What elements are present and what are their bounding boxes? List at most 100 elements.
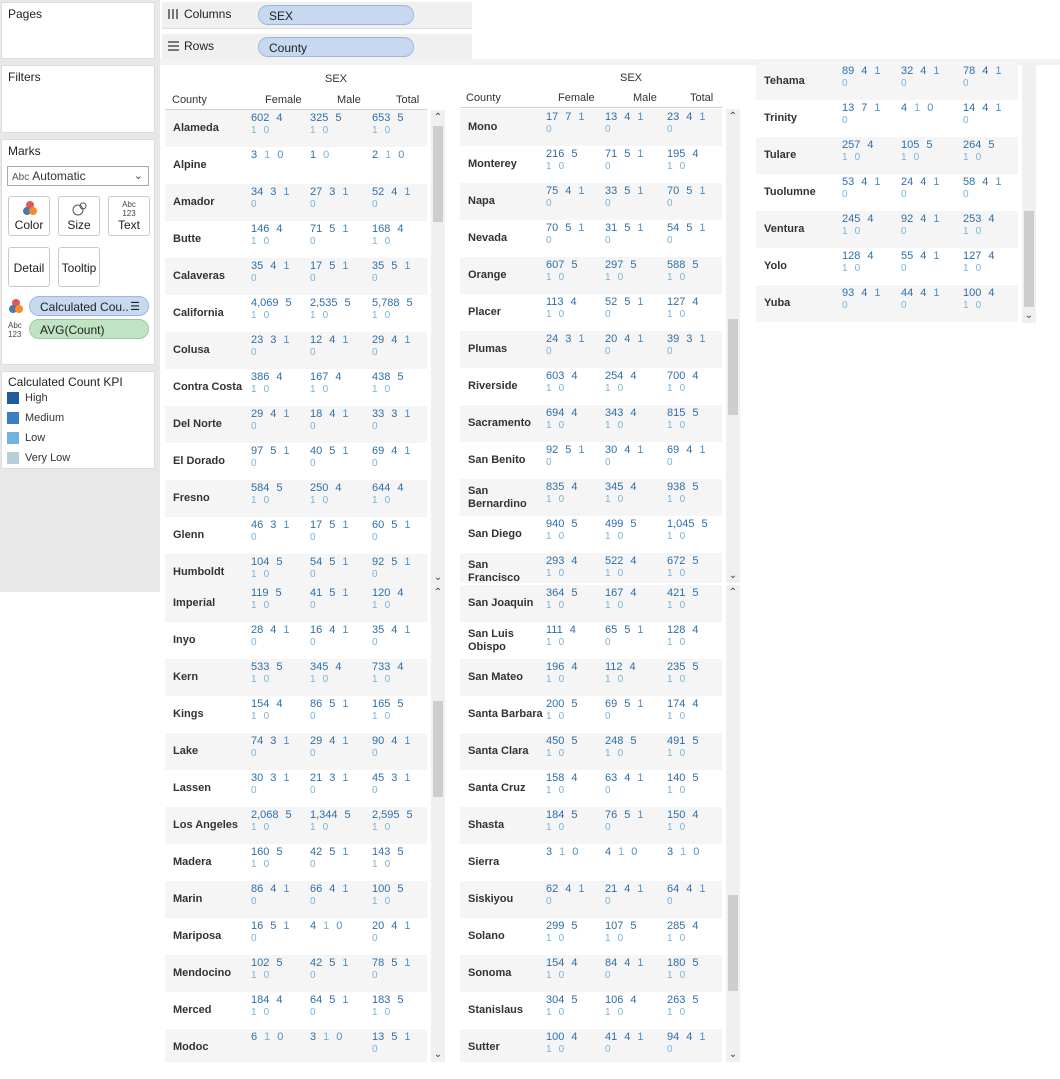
value-cell[interactable]: 78 5 1 0 bbox=[372, 957, 427, 989]
value-cell[interactable]: 264 5 1 0 bbox=[963, 139, 1018, 171]
legend-item[interactable]: Very Low bbox=[7, 452, 70, 466]
legend-item[interactable]: Medium bbox=[7, 412, 64, 426]
value-cell[interactable]: 491 5 1 0 bbox=[667, 735, 722, 767]
value-cell[interactable]: 62 4 1 0 bbox=[546, 883, 606, 915]
scroll-down-icon[interactable]: ⌄ bbox=[726, 1049, 740, 1060]
value-cell[interactable]: 127 4 1 0 bbox=[667, 296, 722, 328]
value-cell[interactable]: 104 5 1 0 bbox=[251, 556, 311, 585]
value-cell[interactable]: 100 4 1 0 bbox=[546, 1031, 606, 1062]
value-cell[interactable]: 29 4 1 0 bbox=[251, 408, 311, 440]
value-cell[interactable]: 438 5 1 0 bbox=[372, 371, 427, 403]
value-cell[interactable]: 165 5 1 0 bbox=[372, 698, 427, 730]
value-cell[interactable]: 13 7 1 0 bbox=[842, 102, 902, 134]
scroll-thumb[interactable] bbox=[728, 895, 738, 991]
value-cell[interactable]: 71 5 1 0 bbox=[605, 148, 665, 180]
value-cell[interactable]: 69 5 1 0 bbox=[605, 698, 665, 730]
value-cell[interactable]: 42 5 1 0 bbox=[310, 846, 370, 878]
value-cell[interactable]: 35 5 1 0 bbox=[372, 260, 427, 292]
value-cell[interactable]: 70 5 1 0 bbox=[546, 222, 606, 254]
value-cell[interactable]: 183 5 1 0 bbox=[372, 994, 427, 1026]
scroll-up-icon[interactable]: ⌃ bbox=[431, 112, 445, 123]
scroll-thumb[interactable] bbox=[433, 126, 443, 222]
value-cell[interactable]: 140 5 1 0 bbox=[667, 772, 722, 804]
value-cell[interactable]: 16 5 1 0 bbox=[251, 920, 311, 952]
tooltip-button[interactable]: Tooltip bbox=[58, 247, 100, 287]
avg-count-pill[interactable]: AVG(Count) bbox=[29, 319, 149, 339]
value-cell[interactable]: 602 4 1 0 bbox=[251, 112, 311, 144]
value-cell[interactable]: 20 4 1 0 bbox=[605, 333, 665, 365]
value-cell[interactable]: 588 5 1 0 bbox=[667, 259, 722, 291]
value-cell[interactable]: 90 4 1 0 bbox=[372, 735, 427, 767]
value-cell[interactable]: 113 4 1 0 bbox=[546, 296, 606, 328]
value-cell[interactable]: 254 4 1 0 bbox=[605, 370, 665, 402]
value-cell[interactable]: 253 4 1 0 bbox=[963, 213, 1018, 245]
value-cell[interactable]: 20 4 1 0 bbox=[372, 920, 427, 952]
value-cell[interactable]: 815 5 1 0 bbox=[667, 407, 722, 439]
value-cell[interactable]: 174 4 1 0 bbox=[667, 698, 722, 730]
scroll-down-icon[interactable]: ⌄ bbox=[1022, 310, 1036, 321]
value-cell[interactable]: 100 4 1 0 bbox=[963, 287, 1018, 319]
scroll-thumb[interactable] bbox=[728, 319, 738, 415]
value-cell[interactable]: 310 bbox=[310, 1031, 370, 1062]
value-cell[interactable]: 71 5 1 0 bbox=[310, 223, 370, 255]
value-cell[interactable]: 16 4 1 0 bbox=[310, 624, 370, 656]
value-cell[interactable]: 245 4 1 0 bbox=[842, 213, 902, 245]
value-cell[interactable]: 94 4 1 0 bbox=[667, 1031, 722, 1062]
value-cell[interactable]: 32 4 1 0 bbox=[901, 65, 961, 97]
value-cell[interactable]: 299 5 1 0 bbox=[546, 920, 606, 952]
detail-button[interactable]: Detail bbox=[8, 247, 50, 287]
mark-type-dropdown[interactable]: Abc Automatic ⌄ bbox=[7, 166, 149, 186]
value-cell[interactable]: 533 5 1 0 bbox=[251, 661, 311, 693]
value-cell[interactable]: 28 4 1 0 bbox=[251, 624, 311, 656]
value-cell[interactable]: 345 4 1 0 bbox=[310, 661, 370, 693]
value-cell[interactable]: 93 4 1 0 bbox=[842, 287, 902, 319]
value-cell[interactable]: 30 3 1 0 bbox=[251, 772, 311, 804]
value-cell[interactable]: 310 bbox=[546, 846, 606, 878]
value-cell[interactable]: 700 4 1 0 bbox=[667, 370, 722, 402]
text-button[interactable]: Abc 123 Text bbox=[108, 196, 150, 236]
value-cell[interactable]: 70 5 1 0 bbox=[667, 185, 722, 217]
value-cell[interactable]: 106 4 1 0 bbox=[605, 994, 665, 1026]
value-cell[interactable]: 603 4 1 0 bbox=[546, 370, 606, 402]
value-cell[interactable]: 938 5 1 0 bbox=[667, 481, 722, 513]
value-cell[interactable]: 111 4 1 0 bbox=[546, 624, 606, 656]
scrollbar-1[interactable]: ⌃ ⌄ bbox=[431, 110, 445, 585]
value-cell[interactable]: 257 4 1 0 bbox=[842, 139, 902, 171]
value-cell[interactable]: 235 5 1 0 bbox=[667, 661, 722, 693]
value-cell[interactable]: 216 5 1 0 bbox=[546, 148, 606, 180]
value-cell[interactable]: 835 4 1 0 bbox=[546, 481, 606, 513]
value-cell[interactable]: 58 4 1 0 bbox=[963, 176, 1018, 208]
value-cell[interactable]: 27 3 1 0 bbox=[310, 186, 370, 218]
value-cell[interactable]: 158 4 1 0 bbox=[546, 772, 606, 804]
value-cell[interactable]: 672 5 1 0 bbox=[667, 555, 722, 583]
value-cell[interactable]: 386 4 1 0 bbox=[251, 371, 311, 403]
value-cell[interactable]: 29 4 1 0 bbox=[372, 334, 427, 366]
value-cell[interactable]: 120 4 1 0 bbox=[372, 587, 427, 619]
value-cell[interactable]: 18 4 1 0 bbox=[310, 408, 370, 440]
value-cell[interactable]: 54 5 1 0 bbox=[667, 222, 722, 254]
value-cell[interactable]: 86 5 1 0 bbox=[310, 698, 370, 730]
value-cell[interactable]: 940 5 1 0 bbox=[546, 518, 606, 550]
value-cell[interactable]: 78 4 1 0 bbox=[963, 65, 1018, 97]
value-cell[interactable]: 63 4 1 0 bbox=[605, 772, 665, 804]
value-cell[interactable]: 64 5 1 0 bbox=[310, 994, 370, 1026]
value-cell[interactable]: 45 3 1 0 bbox=[372, 772, 427, 804]
county-row-pill[interactable]: County bbox=[258, 37, 414, 57]
value-cell[interactable]: 195 4 1 0 bbox=[667, 148, 722, 180]
value-cell[interactable]: 55 4 1 0 bbox=[901, 250, 961, 282]
filters-card[interactable]: Filters bbox=[1, 65, 155, 133]
value-cell[interactable]: 92 4 1 0 bbox=[901, 213, 961, 245]
value-cell[interactable]: 35 4 1 0 bbox=[372, 624, 427, 656]
value-cell[interactable]: 100 5 1 0 bbox=[372, 883, 427, 915]
scroll-down-icon[interactable]: ⌄ bbox=[431, 1049, 445, 1060]
value-cell[interactable]: 200 5 1 0 bbox=[546, 698, 606, 730]
value-cell[interactable]: 184 4 1 0 bbox=[251, 994, 311, 1026]
scrollbar-2[interactable]: ⌃ ⌄ bbox=[431, 585, 445, 1062]
value-cell[interactable]: 143 5 1 0 bbox=[372, 846, 427, 878]
value-cell[interactable]: 167 4 1 0 bbox=[310, 371, 370, 403]
value-cell[interactable]: 285 4 1 0 bbox=[667, 920, 722, 952]
value-cell[interactable]: 12 4 1 0 bbox=[310, 334, 370, 366]
value-cell[interactable]: 41 4 1 0 bbox=[605, 1031, 665, 1062]
value-cell[interactable]: 66 4 1 0 bbox=[310, 883, 370, 915]
value-cell[interactable]: 168 4 1 0 bbox=[372, 223, 427, 255]
